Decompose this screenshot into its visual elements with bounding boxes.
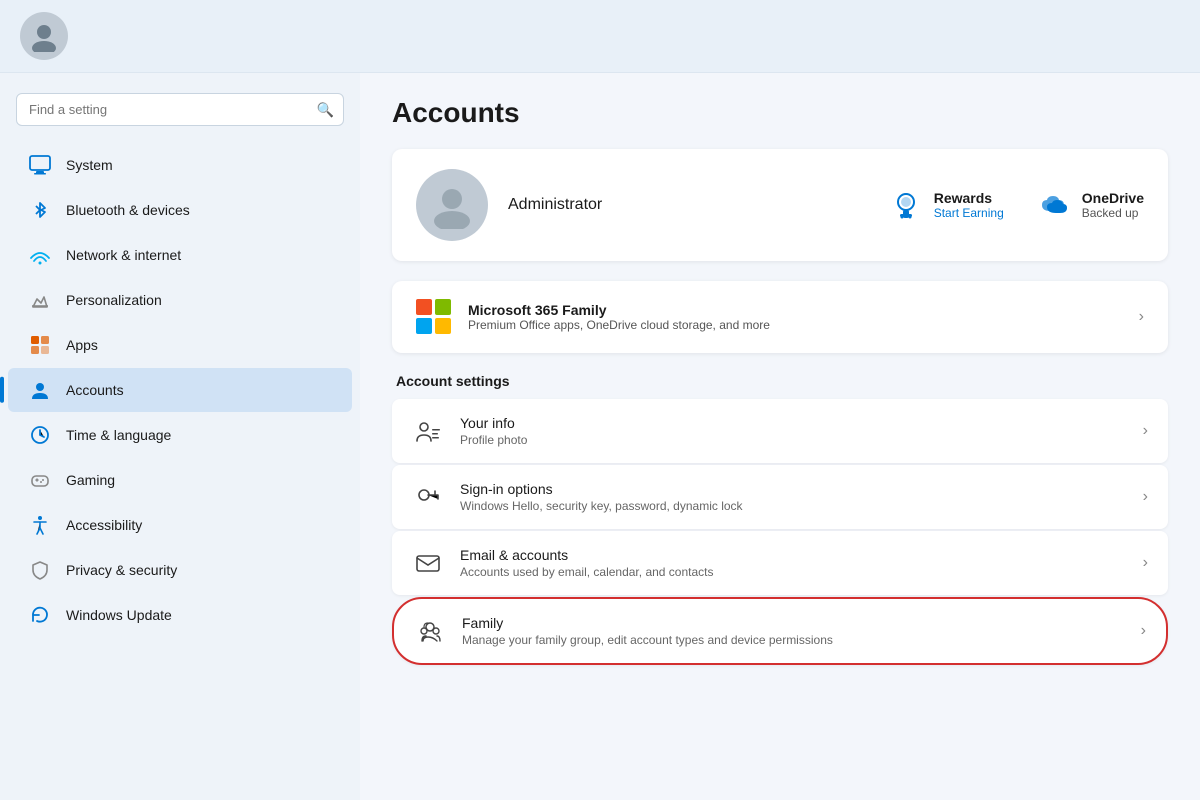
sidebar-nav: System Bluetooth & devices Network & int… xyxy=(0,143,360,637)
email-title: Email & accounts xyxy=(460,547,713,563)
m365-subtitle: Premium Office apps, OneDrive cloud stor… xyxy=(468,318,770,332)
your-info-chevron-icon: › xyxy=(1143,422,1148,440)
signin-chevron-icon: › xyxy=(1143,488,1148,506)
sidebar-item-apps[interactable]: Apps xyxy=(8,323,352,367)
gaming-icon xyxy=(28,468,52,492)
sidebar-item-time[interactable]: Time & language xyxy=(8,413,352,457)
sidebar-label-privacy: Privacy & security xyxy=(66,562,177,578)
family-chevron-icon: › xyxy=(1141,622,1146,640)
sidebar-item-update[interactable]: Windows Update xyxy=(8,593,352,637)
sidebar-label-personalization: Personalization xyxy=(66,292,162,308)
rewards-icon xyxy=(888,187,924,223)
sidebar-label-accounts: Accounts xyxy=(66,382,124,398)
sidebar-label-accessibility: Accessibility xyxy=(66,517,142,533)
email-chevron-icon: › xyxy=(1143,554,1148,572)
sidebar: 🔍 System Bluetooth & devices xyxy=(0,73,360,800)
family-title: Family xyxy=(462,615,833,631)
m365-chevron-icon: › xyxy=(1139,308,1144,326)
settings-item-family[interactable]: Family Manage your family group, edit ac… xyxy=(392,597,1168,665)
m365-card[interactable]: Microsoft 365 Family Premium Office apps… xyxy=(392,281,1168,353)
settings-list: Your info Profile photo › Sign-in option… xyxy=(392,399,1168,665)
rewards-title: Rewards xyxy=(934,190,1004,206)
settings-item-signin[interactable]: Sign-in options Windows Hello, security … xyxy=(392,465,1168,529)
sidebar-item-accounts[interactable]: Accounts xyxy=(8,368,352,412)
your-info-text: Your info Profile photo xyxy=(460,415,527,447)
sidebar-label-bluetooth: Bluetooth & devices xyxy=(66,202,190,218)
m365-text: Microsoft 365 Family Premium Office apps… xyxy=(468,302,770,332)
sidebar-item-personalization[interactable]: Personalization xyxy=(8,278,352,322)
privacy-icon xyxy=(28,558,52,582)
profile-avatar-icon xyxy=(428,181,476,229)
sidebar-item-network[interactable]: Network & internet xyxy=(8,233,352,277)
header-avatar xyxy=(20,12,68,60)
sidebar-item-accessibility[interactable]: Accessibility xyxy=(8,503,352,547)
system-icon xyxy=(28,153,52,177)
signin-subtitle: Windows Hello, security key, password, d… xyxy=(460,499,743,513)
rewards-item[interactable]: Rewards Start Earning xyxy=(888,187,1004,223)
update-icon xyxy=(28,603,52,627)
m365-title: Microsoft 365 Family xyxy=(468,302,770,318)
time-icon xyxy=(28,423,52,447)
m365-logo xyxy=(416,299,452,335)
account-settings-heading: Account settings xyxy=(392,373,1168,389)
email-subtitle: Accounts used by email, calendar, and co… xyxy=(460,565,713,579)
your-info-icon xyxy=(412,415,444,447)
rewards-subtitle: Start Earning xyxy=(934,206,1004,220)
main-layout: 🔍 System Bluetooth & devices xyxy=(0,73,1200,800)
onedrive-title: OneDrive xyxy=(1082,190,1144,206)
signin-icon xyxy=(412,481,444,513)
profile-extras: Rewards Start Earning OneDrive Backe xyxy=(888,187,1144,223)
profile-avatar xyxy=(416,169,488,241)
sidebar-label-system: System xyxy=(66,157,113,173)
sidebar-label-update: Windows Update xyxy=(66,607,172,623)
sidebar-item-privacy[interactable]: Privacy & security xyxy=(8,548,352,592)
rewards-text: Rewards Start Earning xyxy=(934,190,1004,220)
search-container: 🔍 xyxy=(0,85,360,142)
sidebar-label-apps: Apps xyxy=(66,337,98,353)
family-icon xyxy=(414,615,446,647)
onedrive-icon xyxy=(1036,187,1072,223)
signin-text: Sign-in options Windows Hello, security … xyxy=(460,481,743,513)
profile-card[interactable]: Administrator xyxy=(392,149,1168,261)
sidebar-item-gaming[interactable]: Gaming xyxy=(8,458,352,502)
family-text: Family Manage your family group, edit ac… xyxy=(462,615,833,647)
family-subtitle: Manage your family group, edit account t… xyxy=(462,633,833,647)
sidebar-label-gaming: Gaming xyxy=(66,472,115,488)
sidebar-label-network: Network & internet xyxy=(66,247,181,263)
apps-icon xyxy=(28,333,52,357)
signin-title: Sign-in options xyxy=(460,481,743,497)
content-area: Accounts Administrator xyxy=(360,73,1200,800)
settings-item-email[interactable]: Email & accounts Accounts used by email,… xyxy=(392,531,1168,595)
header xyxy=(0,0,1200,73)
your-info-subtitle: Profile photo xyxy=(460,433,527,447)
sidebar-label-time: Time & language xyxy=(66,427,171,443)
personalization-icon xyxy=(28,288,52,312)
email-text: Email & accounts Accounts used by email,… xyxy=(460,547,713,579)
onedrive-item[interactable]: OneDrive Backed up xyxy=(1036,187,1144,223)
bluetooth-icon xyxy=(28,198,52,222)
accessibility-icon xyxy=(28,513,52,537)
page-title: Accounts xyxy=(392,97,1168,129)
accounts-icon xyxy=(28,378,52,402)
onedrive-text: OneDrive Backed up xyxy=(1082,190,1144,220)
sidebar-item-system[interactable]: System xyxy=(8,143,352,187)
user-icon xyxy=(28,20,60,52)
profile-name: Administrator xyxy=(508,196,602,214)
search-input[interactable] xyxy=(16,93,344,126)
search-wrapper: 🔍 xyxy=(16,93,344,126)
onedrive-subtitle: Backed up xyxy=(1082,206,1144,220)
sidebar-item-bluetooth[interactable]: Bluetooth & devices xyxy=(8,188,352,232)
network-icon xyxy=(28,243,52,267)
email-icon xyxy=(412,547,444,579)
your-info-title: Your info xyxy=(460,415,527,431)
settings-item-your-info[interactable]: Your info Profile photo › xyxy=(392,399,1168,463)
